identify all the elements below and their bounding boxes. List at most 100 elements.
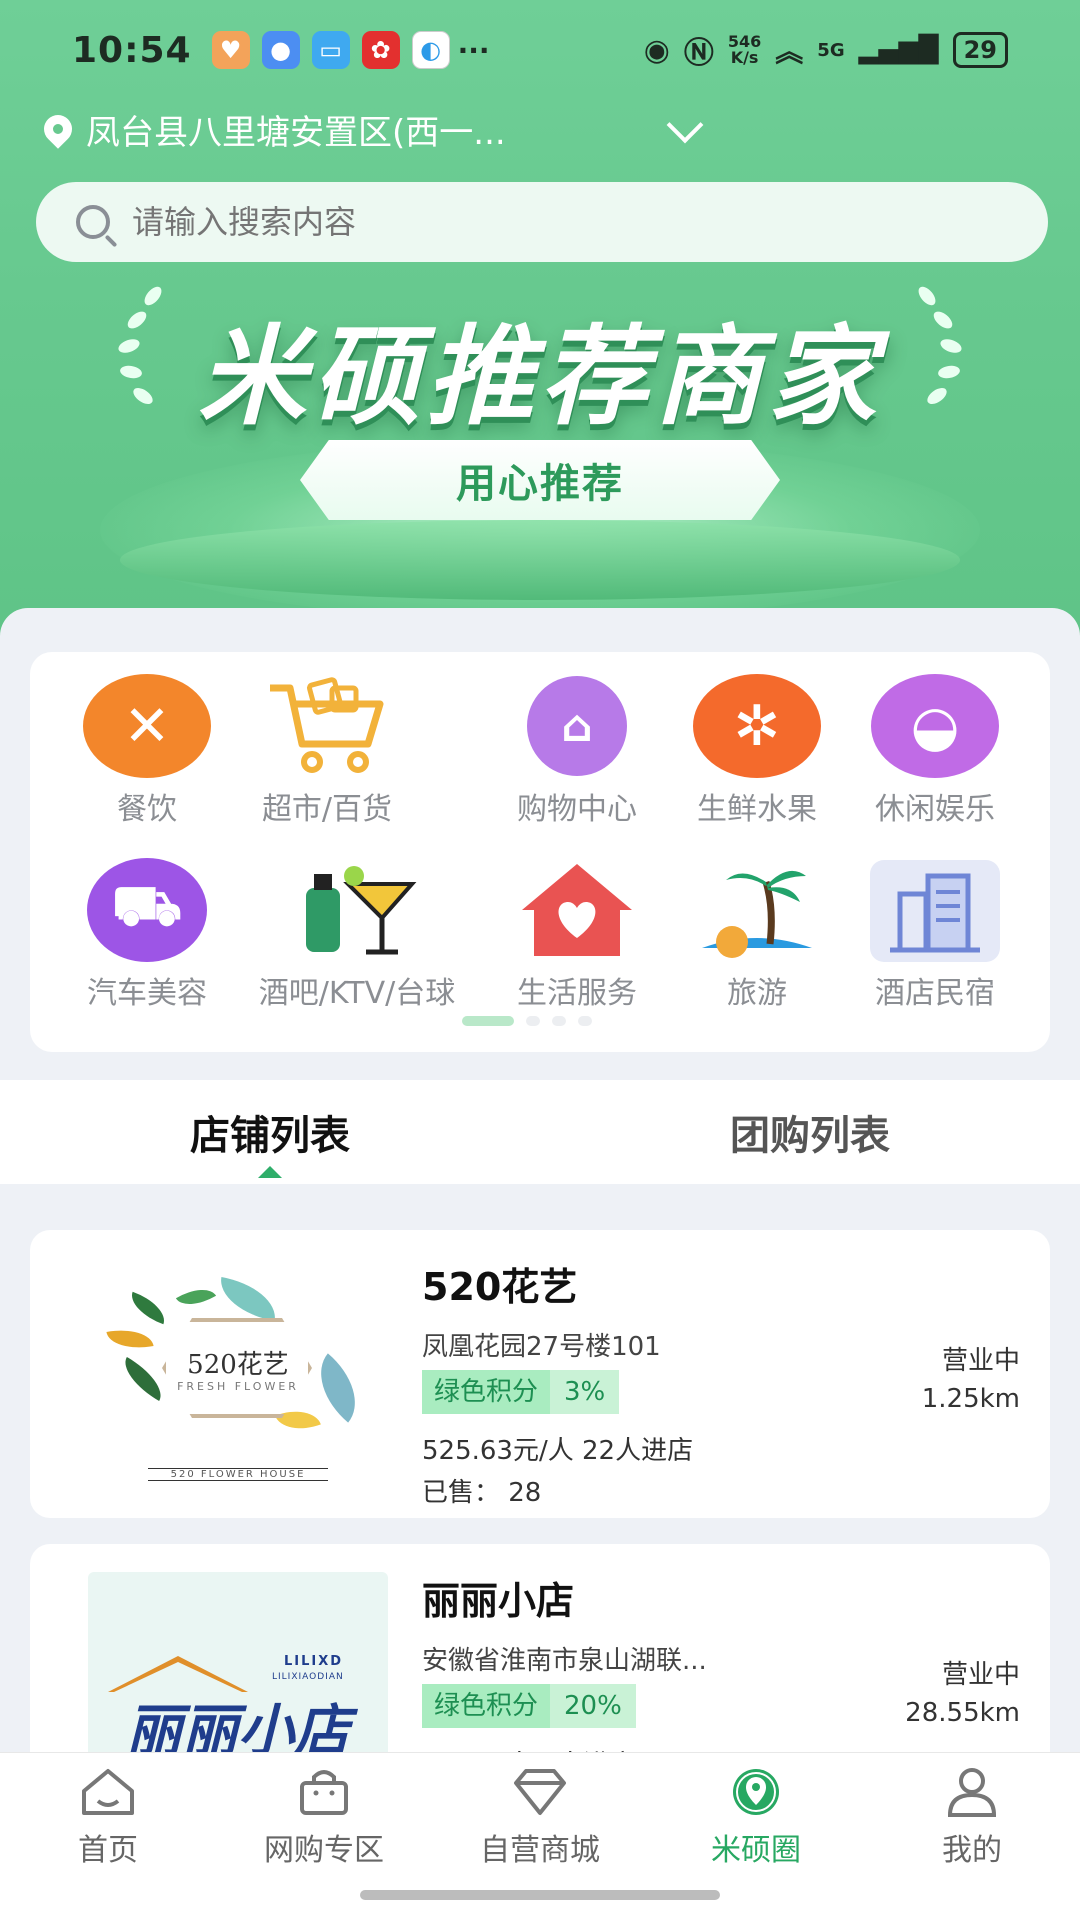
- shopping-cart-icon: [262, 672, 392, 780]
- pager-dot: [552, 1016, 566, 1026]
- category-label: 旅游: [727, 976, 787, 1011]
- store-name: 丽丽小店: [422, 1579, 575, 1623]
- shopping-bag-icon: ⌂: [527, 676, 627, 776]
- category-item-bar-ktv[interactable]: 酒吧/KTV/台球: [232, 856, 482, 1012]
- logo-subtext: LILIXD: [284, 1654, 344, 1669]
- fork-knife-icon: ✕: [83, 674, 211, 778]
- store-open-status: 营业中: [941, 1346, 1020, 1376]
- category-label: 购物中心: [517, 792, 637, 827]
- tab-label: 店铺列表: [190, 1113, 350, 1159]
- location-selector[interactable]: 凤台县八里塘安置区(西一...: [38, 104, 506, 154]
- nav-label: 我的: [942, 1833, 1002, 1868]
- category-label: 餐饮: [117, 792, 177, 827]
- search-icon: [76, 205, 110, 239]
- shopping-bag-icon: [296, 1767, 352, 1817]
- store-open-status: 营业中: [941, 1660, 1020, 1690]
- category-item-hotel[interactable]: 酒店民宿: [840, 856, 1030, 1012]
- notification-icons: ♥ ● ▭ ✿ ◐: [211, 31, 450, 69]
- green-points-badge: 绿色积分 20%: [422, 1684, 636, 1728]
- tab-group-buy-list[interactable]: 团购列表: [540, 1080, 1080, 1184]
- points-value: 20%: [564, 1691, 622, 1721]
- orange-slice-icon: ✲: [693, 674, 821, 778]
- tab-indicator: [258, 1166, 282, 1178]
- location-text: 凤台县八里塘安置区(西一...: [86, 112, 506, 153]
- store-price-visitors: 525.63元/人 22人进店: [422, 1436, 694, 1466]
- store-address: 安徽省淮南市泉山湖联...: [422, 1646, 707, 1676]
- logo-footer-text: 520 FLOWER HOUSE: [148, 1468, 328, 1481]
- category-item-supermarket[interactable]: 超市/百货: [232, 672, 422, 828]
- nav-item-mine[interactable]: 我的: [864, 1753, 1080, 1920]
- home-icon: [80, 1767, 136, 1817]
- house-heart-icon: [512, 856, 642, 964]
- message-app-icon: ◐: [411, 31, 450, 69]
- search-bar[interactable]: [36, 182, 1048, 262]
- category-item-fresh-fruit[interactable]: ✲ 生鲜水果: [662, 672, 852, 828]
- store-distance: 1.25km: [921, 1384, 1020, 1414]
- category-pager: [462, 1016, 592, 1026]
- list-tabs: 店铺列表 团购列表: [0, 1080, 1080, 1184]
- category-item-mall[interactable]: ⌂ 购物中心: [482, 672, 672, 828]
- hotel-building-icon: [870, 856, 1000, 964]
- category-label: 超市/百货: [261, 792, 393, 827]
- nfc-icon: Ⓝ: [683, 36, 714, 71]
- category-item-car-care[interactable]: ⛟ 汽车美容: [52, 856, 242, 1012]
- network-type: 5G: [817, 39, 845, 61]
- category-label: 汽车美容: [87, 976, 207, 1011]
- eye-icon: ◉: [643, 32, 670, 68]
- battery-icon: 29: [952, 32, 1008, 68]
- category-label: 酒店民宿: [875, 976, 995, 1011]
- car-icon: ⛟: [87, 858, 207, 962]
- banner-stage: [120, 520, 960, 600]
- status-time: 10:54: [72, 29, 192, 71]
- chat-app-icon: ●: [261, 31, 300, 69]
- nav-item-home[interactable]: 首页: [0, 1753, 216, 1920]
- user-icon: [944, 1767, 1000, 1817]
- nav-label: 自营商城: [480, 1833, 600, 1868]
- status-bar: 10:54 ♥ ● ▭ ✿ ◐ ··· ◉ Ⓝ 546 K/s ︽ 5G ▂▄▆█…: [0, 0, 1080, 100]
- category-label: 酒吧/KTV/台球: [258, 976, 456, 1011]
- more-notifications-icon: ···: [457, 33, 490, 67]
- category-item-life-services[interactable]: 生活服务: [482, 856, 672, 1012]
- cocktail-icon: [292, 856, 422, 964]
- flower-app-icon: ✿: [361, 31, 400, 69]
- points-label: 绿色积分: [422, 1684, 551, 1728]
- category-label: 休闲娱乐: [875, 792, 995, 827]
- logo-subtext: FRESH FLOWER: [177, 1380, 299, 1393]
- status-right: ◉ Ⓝ 546 K/s ︽ 5G ▂▄▆█ 29: [644, 28, 1008, 72]
- palm-tree-icon: [692, 856, 822, 964]
- home-indicator[interactable]: [360, 1890, 720, 1900]
- category-label: 生活服务: [517, 976, 637, 1011]
- green-points-badge: 绿色积分 3%: [422, 1370, 620, 1414]
- category-item-entertainment[interactable]: ◒ 休闲娱乐: [840, 672, 1030, 828]
- category-item-dining[interactable]: ✕ 餐饮: [52, 672, 242, 828]
- location-circle-icon: [728, 1767, 784, 1817]
- banner-tag: 用心推荐: [300, 440, 780, 520]
- points-value: 3%: [564, 1377, 606, 1407]
- store-address: 凤凰花园27号楼101: [422, 1332, 661, 1362]
- wifi-icon: ︽: [775, 35, 804, 68]
- location-pin-icon: [38, 109, 78, 149]
- store-sold-count: 已售： 28: [422, 1478, 542, 1508]
- points-label: 绿色积分: [422, 1370, 551, 1414]
- logo-subtext-2: LILIXIAODIAN: [272, 1672, 344, 1682]
- pager-dot: [526, 1016, 540, 1026]
- store-distance: 28.55km: [905, 1698, 1020, 1728]
- store-logo: 520花艺 FRESH FLOWER 520 FLOWER HOUSE: [88, 1258, 388, 1494]
- diamond-icon: [512, 1767, 568, 1817]
- net-speed: 546 K/s: [727, 32, 762, 67]
- search-input[interactable]: [132, 203, 932, 241]
- tab-label: 团购列表: [730, 1113, 890, 1159]
- banner-title: 米硕推荐商家: [197, 315, 882, 440]
- nav-label: 网购专区: [264, 1833, 384, 1868]
- heart-app-icon: ♥: [211, 31, 250, 69]
- gamepad-icon: ◒: [871, 674, 999, 778]
- book-app-icon: ▭: [311, 31, 350, 69]
- store-card[interactable]: 520花艺 FRESH FLOWER 520 FLOWER HOUSE 520花…: [30, 1230, 1050, 1518]
- logo-text: 520花艺: [187, 1350, 289, 1380]
- category-label: 生鲜水果: [697, 792, 817, 827]
- tab-store-list[interactable]: 店铺列表: [0, 1080, 540, 1184]
- pager-dot-active: [462, 1016, 514, 1026]
- nav-label: 米硕圈: [711, 1833, 801, 1868]
- category-item-travel[interactable]: 旅游: [662, 856, 852, 1012]
- store-name: 520花艺: [422, 1265, 578, 1309]
